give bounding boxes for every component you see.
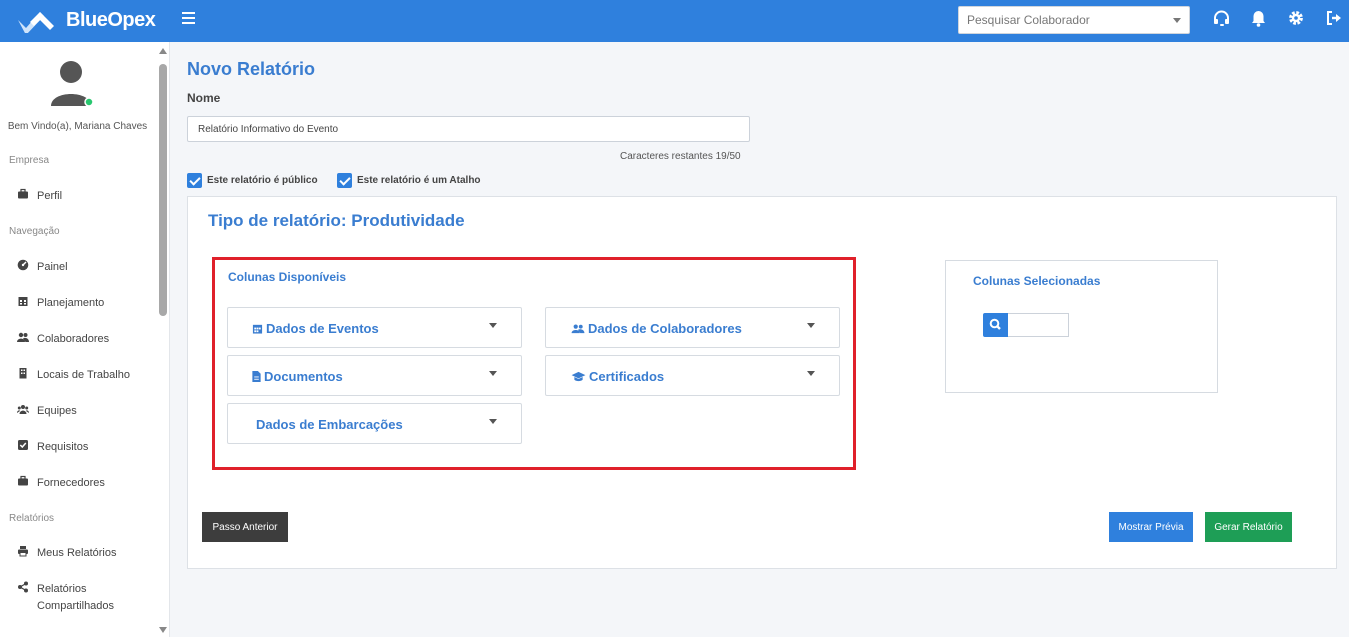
- search-button[interactable]: [983, 313, 1008, 337]
- sidebar-item-label: Equipes: [37, 405, 77, 417]
- file-icon: [252, 371, 261, 382]
- sidebar-item-label: Locais de Trabalho: [37, 369, 130, 381]
- menu-toggle-icon[interactable]: [182, 9, 195, 27]
- chevron-down-icon: [489, 371, 497, 376]
- group-label: Certificados: [589, 369, 665, 384]
- shortcut-checkbox-label: Este relatório é um Atalho: [357, 175, 481, 186]
- chevron-down-icon: [807, 371, 815, 376]
- calendar-icon: [18, 297, 28, 306]
- users-icon: [17, 332, 29, 342]
- show-preview-button[interactable]: Mostrar Prévia: [1109, 512, 1193, 542]
- chevron-down-icon: [807, 323, 815, 328]
- previous-step-button[interactable]: Passo Anterior: [202, 512, 288, 542]
- report-name-input[interactable]: [187, 116, 750, 142]
- sidebar-item-label: Painel: [37, 261, 68, 273]
- group-certificados[interactable]: Certificados: [545, 355, 840, 396]
- shortcut-checkbox[interactable]: Este relatório é um Atalho: [337, 173, 481, 188]
- checkbox-checked-icon[interactable]: [187, 173, 202, 188]
- group-documentos[interactable]: Documentos: [227, 355, 522, 396]
- section-empresa: Empresa: [9, 155, 50, 166]
- public-checkbox-label: Este relatório é público: [207, 175, 318, 186]
- sidebar: Bem Vindo(a), Mariana Chaves Empresa Per…: [0, 42, 170, 637]
- sidebar-item-colaboradores[interactable]: Colaboradores: [17, 331, 109, 348]
- sidebar-item-label: Perfil: [37, 190, 63, 202]
- name-label: Nome: [187, 91, 221, 105]
- scrollbar-thumb[interactable]: [159, 64, 167, 316]
- selected-columns-search-input[interactable]: [1008, 313, 1069, 337]
- building-icon: [19, 368, 27, 379]
- generate-report-button[interactable]: Gerar Relatório: [1205, 512, 1292, 542]
- page-title: Novo Relatório: [187, 59, 316, 79]
- search-icon: [989, 318, 1001, 330]
- avatar[interactable]: [51, 60, 94, 107]
- sidebar-item-label: Colaboradores: [37, 333, 110, 345]
- scroll-down-arrow-icon[interactable]: [159, 627, 167, 633]
- selected-columns-title: Colunas Selecionadas: [973, 274, 1101, 288]
- sidebar-item-requisitos[interactable]: Requisitos: [17, 439, 88, 456]
- headset-icon[interactable]: [1213, 10, 1231, 28]
- users-icon: [571, 324, 585, 334]
- sidebar-item-label: Requisitos: [37, 441, 89, 453]
- share-icon: [18, 581, 28, 593]
- group-label: Dados de Embarcações: [256, 417, 403, 432]
- chevron-down-icon: [489, 419, 497, 424]
- check-square-icon: [18, 440, 28, 450]
- chars-remaining: Caracteres restantes 19/50: [620, 151, 741, 162]
- available-columns-title: Colunas Disponíveis: [228, 270, 347, 284]
- top-bar: BlueOpex Pesquisar Colaborador: [0, 0, 1349, 42]
- dashboard-icon: [17, 259, 29, 271]
- scroll-up-arrow-icon[interactable]: [159, 48, 167, 54]
- search-collaborator-select[interactable]: Pesquisar Colaborador: [958, 6, 1190, 34]
- app-name: BlueOpex: [66, 8, 156, 31]
- report-type-title: Tipo de relatório: Produtividade: [208, 211, 465, 230]
- welcome-text: Bem Vindo(a), Mariana Chaves: [7, 121, 148, 132]
- logout-icon[interactable]: [1326, 10, 1344, 28]
- sidebar-item-fornecedores[interactable]: Fornecedores: [17, 475, 105, 492]
- sidebar-item-equipes[interactable]: Equipes: [17, 403, 77, 420]
- briefcase-icon: [18, 475, 28, 486]
- sidebar-item-label: Fornecedores: [37, 477, 105, 489]
- graduation-cap-icon: [571, 371, 586, 382]
- team-icon: [17, 405, 29, 414]
- group-dados-eventos[interactable]: Dados de Eventos: [227, 307, 522, 348]
- gear-icon[interactable]: [1288, 10, 1306, 28]
- sidebar-item-label: Relatórios Compartilhados: [37, 583, 115, 612]
- logo-icon: [18, 12, 54, 33]
- group-label: Dados de Colaboradores: [588, 321, 742, 336]
- group-label: Dados de Eventos: [266, 321, 379, 336]
- sidebar-item-planejamento[interactable]: Planejamento: [17, 295, 104, 312]
- group-dados-colaboradores[interactable]: Dados de Colaboradores: [545, 307, 840, 348]
- group-dados-embarcacoes[interactable]: Dados de Embarcações: [227, 403, 522, 444]
- sidebar-item-painel[interactable]: Painel: [17, 259, 68, 276]
- sidebar-item-relatorios-compartilhados[interactable]: Relatórios Compartilhados: [17, 581, 137, 615]
- group-label: Documentos: [264, 369, 343, 384]
- chevron-down-icon: [489, 323, 497, 328]
- sidebar-item-perfil[interactable]: Perfil: [17, 188, 62, 205]
- sidebar-item-locais[interactable]: Locais de Trabalho: [17, 367, 130, 384]
- public-checkbox[interactable]: Este relatório é público: [187, 173, 318, 188]
- logo[interactable]: BlueOpex: [16, 7, 156, 33]
- calendar-icon: [252, 324, 263, 334]
- briefcase-icon: [18, 188, 28, 199]
- sidebar-item-meus-relatorios[interactable]: Meus Relatórios: [17, 545, 116, 562]
- sidebar-item-label: Planejamento: [37, 297, 105, 309]
- chevron-down-icon: [1173, 18, 1181, 23]
- bell-icon[interactable]: [1251, 10, 1269, 28]
- sidebar-item-label: Meus Relatórios: [37, 547, 117, 559]
- checkbox-checked-icon[interactable]: [337, 173, 352, 188]
- print-icon: [18, 546, 28, 557]
- section-navegacao: Navegação: [9, 226, 60, 237]
- search-collaborator-placeholder: Pesquisar Colaborador: [967, 13, 1090, 27]
- section-relatorios: Relatórios: [9, 513, 55, 524]
